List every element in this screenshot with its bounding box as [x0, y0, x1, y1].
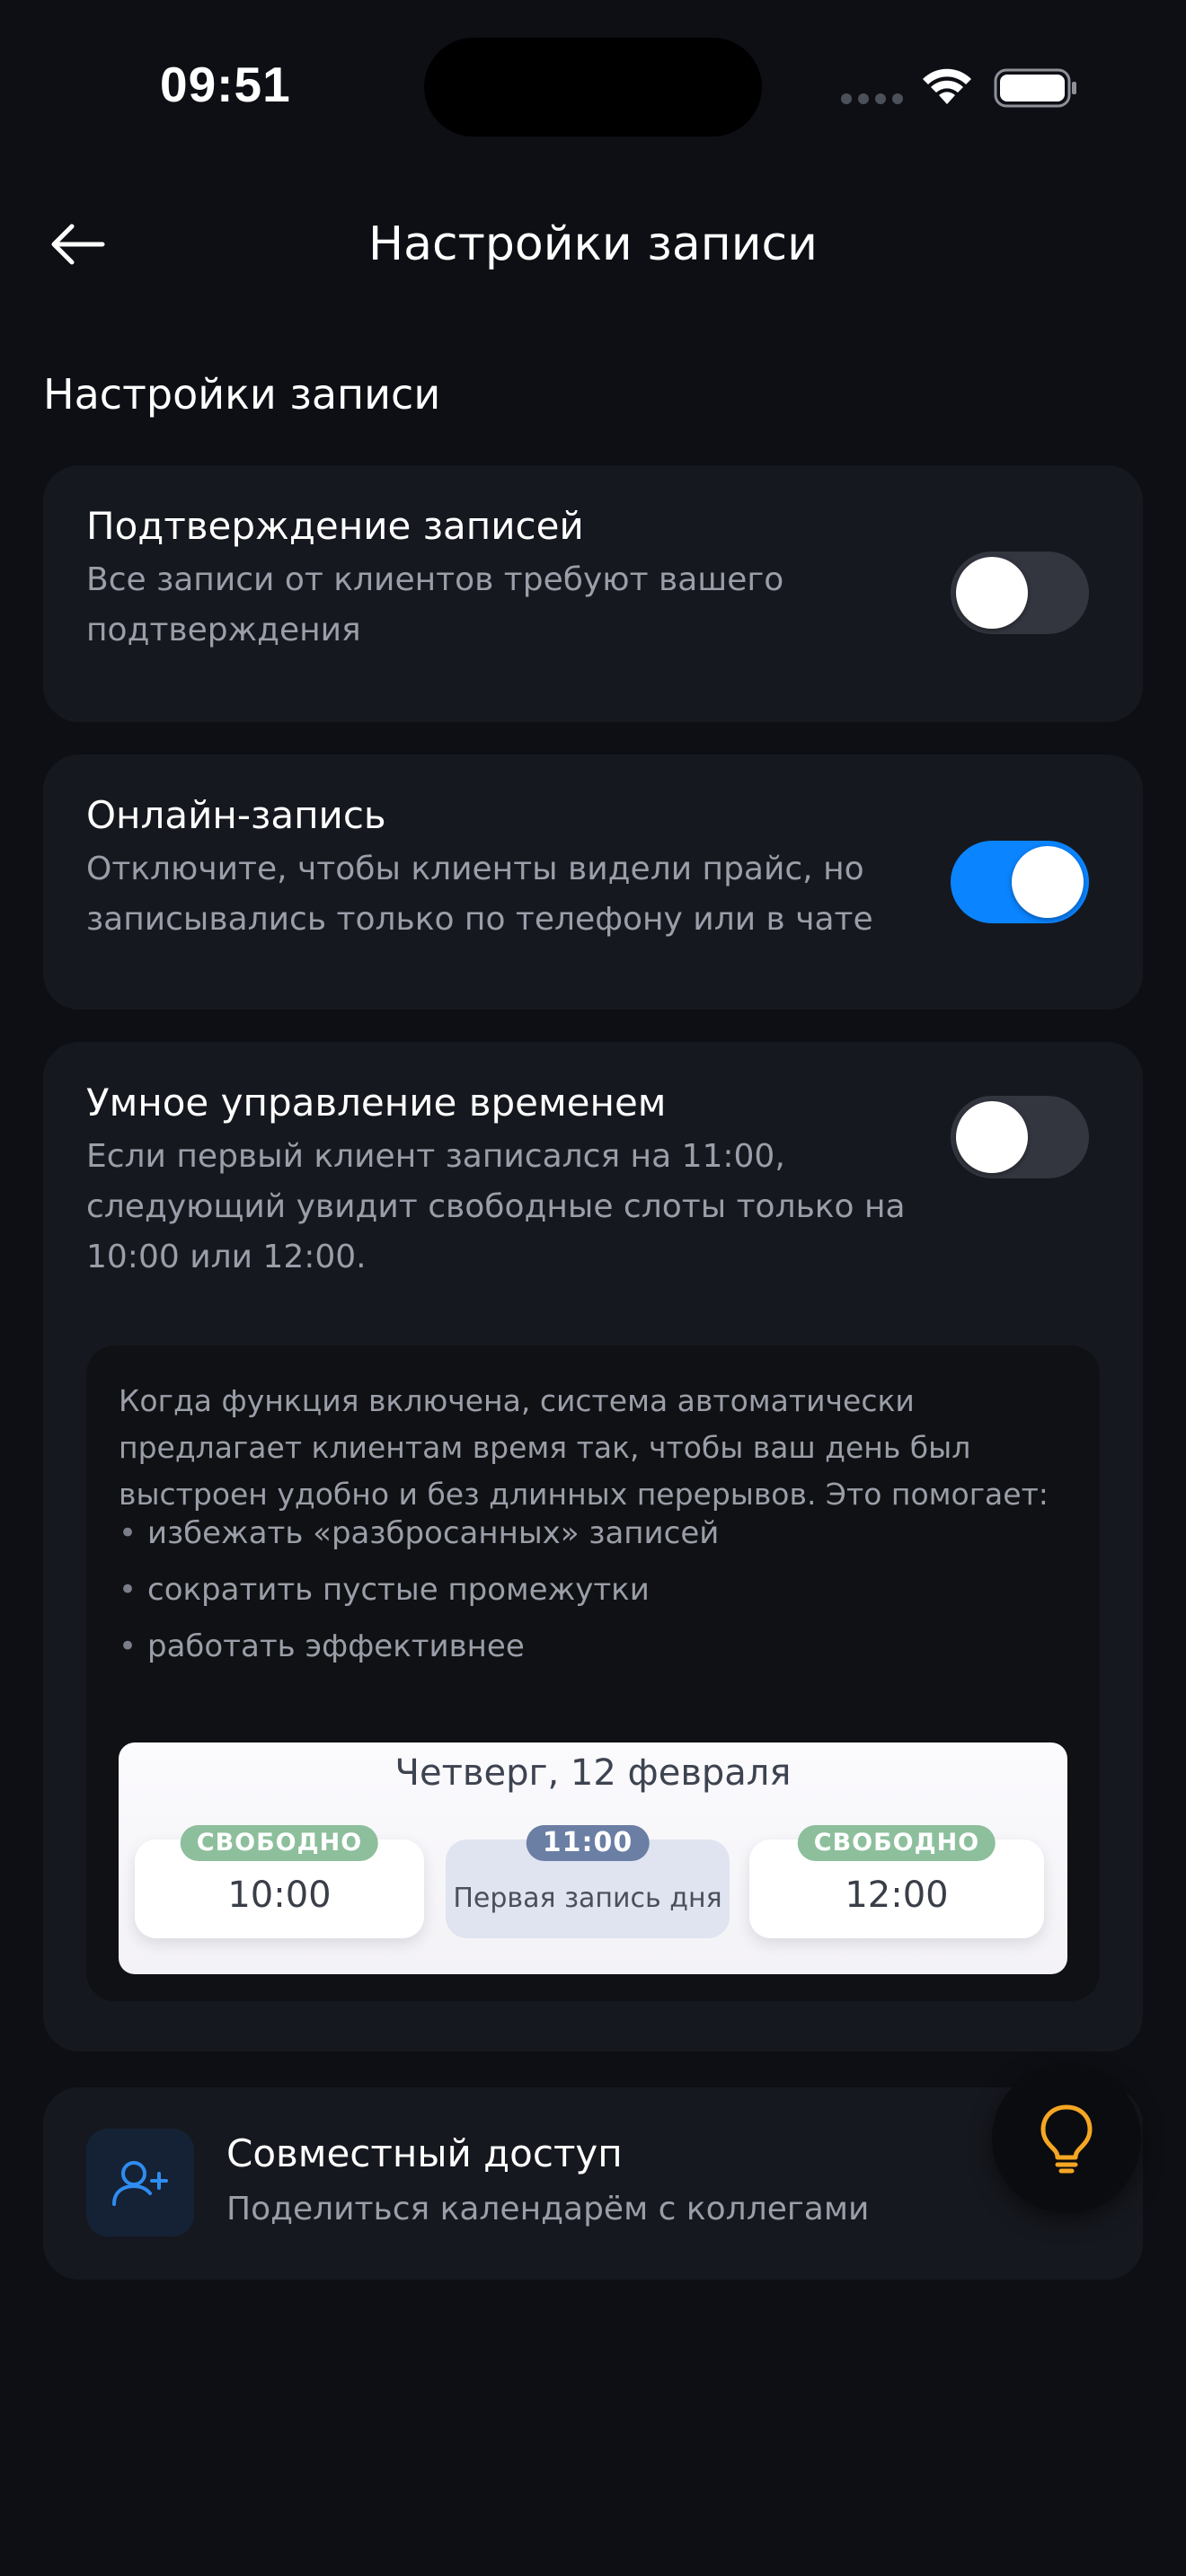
wifi-icon [923, 68, 971, 104]
slots-illustration: Четверг, 12 февраля СВОБОДНО 10:00 11:00… [119, 1742, 1067, 1974]
page-title: Настройки записи [368, 217, 818, 271]
info-bullet: избежать «разбросанных» записей [119, 1505, 719, 1562]
setting-title: Умное управление временем [86, 1081, 667, 1125]
smart-time-toggle[interactable] [951, 1096, 1089, 1178]
shared-access-title: Совместный доступ [226, 2131, 623, 2175]
slot-time: 10:00 [227, 1875, 332, 1916]
illustration-date: Четверг, 12 февраля [394, 1752, 792, 1794]
confirmation-toggle[interactable] [951, 551, 1089, 634]
lightbulb-icon [1040, 2104, 1093, 2174]
toggle-knob [1012, 846, 1084, 918]
setting-card-confirmation: Подтверждение записей Все записи от клие… [43, 465, 1143, 722]
online-booking-toggle[interactable] [951, 841, 1089, 923]
booked-slot-caption: Первая запись дня [453, 1883, 722, 1914]
tip-button[interactable] [992, 2064, 1141, 2213]
slot-time: 12:00 [845, 1875, 949, 1916]
setting-card-online-booking: Онлайн-запись Отключите, чтобы клиенты в… [43, 754, 1143, 1010]
cellular-signal-icon [841, 93, 904, 104]
info-bullet: сократить пустые промежутки [119, 1562, 719, 1619]
toggle-knob [956, 1101, 1028, 1173]
setting-description: Отключите, чтобы клиенты видели прайс, н… [86, 851, 873, 938]
info-bullet: работать эффективнее [119, 1619, 719, 1675]
free-slot: СВОБОДНО 10:00 [135, 1825, 424, 1938]
status-time: 09:51 [160, 57, 291, 112]
dynamic-island [424, 38, 762, 137]
shared-access-subtitle: Поделиться календарём с коллегами [226, 2191, 870, 2228]
booked-slot: 11:00 Первая запись дня [446, 1825, 730, 1938]
setting-card-smart-time: Умное управление временем Если первый кл… [43, 1042, 1143, 2051]
setting-description: Все записи от клиентов требуют вашего по… [86, 561, 784, 648]
section-title: Настройки записи [43, 370, 441, 419]
setting-title: Подтверждение записей [86, 504, 584, 548]
free-slot: СВОБОДНО 12:00 [749, 1825, 1044, 1938]
user-plus-icon [86, 2129, 194, 2236]
setting-title: Онлайн-запись [86, 793, 386, 837]
toggle-knob [956, 557, 1028, 629]
setting-description: Если первый клиент записался на 11:00, с… [86, 1138, 906, 1275]
free-badge: СВОБОДНО [797, 1825, 996, 1861]
shared-access-card[interactable]: Совместный доступ Поделиться календарём … [43, 2087, 1143, 2280]
smart-time-info-box: Когда функция включена, система автомати… [86, 1345, 1100, 2001]
battery-icon [994, 68, 1076, 108]
info-text: Когда функция включена, система автомати… [119, 1383, 1049, 1512]
free-badge: СВОБОДНО [180, 1825, 379, 1861]
booked-time-badge: 11:00 [526, 1825, 650, 1861]
info-bullet-list: избежать «разбросанных» записей сократит… [119, 1505, 719, 1675]
status-bar: 09:51 [0, 0, 1186, 180]
